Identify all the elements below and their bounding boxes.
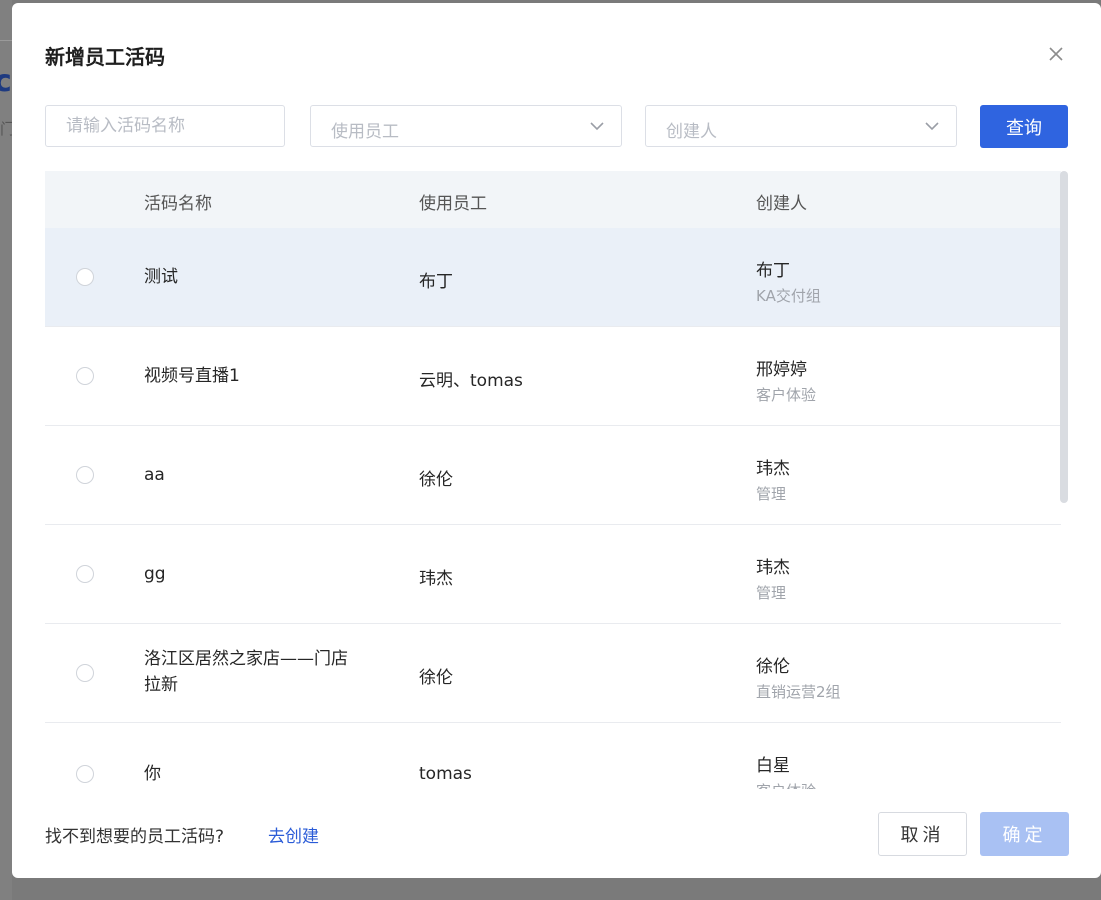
close-icon [1049, 47, 1063, 61]
chevron-down-icon [590, 122, 604, 131]
column-header-employee: 使用员工 [419, 194, 487, 214]
background-logo-fragment: c [0, 64, 12, 99]
cell-creator: 白星 [756, 756, 790, 776]
cell-creator: 玮杰 [756, 558, 790, 578]
footer-hint-text: 找不到想要的员工活码? [45, 827, 225, 847]
cell-employee: 云明、tomas [419, 371, 523, 391]
cell-creator-dept: 客户体验 [756, 386, 817, 404]
cell-code-name: 视频号直播1 [144, 366, 240, 386]
cell-creator-dept: 客户体验 [756, 780, 816, 789]
cell-employee: tomas [419, 764, 472, 784]
cell-creator-dept: KA交付组 [756, 287, 821, 305]
cell-creator: 布丁 [756, 261, 790, 281]
background-divider [0, 40, 12, 41]
cell-creator: 邢婷婷 [756, 360, 807, 380]
row-radio[interactable] [76, 664, 94, 682]
query-button[interactable]: 查询 [980, 105, 1068, 148]
table-row[interactable]: gg 玮杰 玮杰 管理 [45, 525, 1061, 624]
cell-creator-dept: 管理 [756, 485, 787, 503]
row-radio[interactable] [76, 367, 94, 385]
column-header-creator: 创建人 [756, 194, 807, 214]
cell-code-name: aa [144, 465, 165, 485]
cell-creator-dept: 管理 [756, 584, 787, 602]
confirm-button[interactable]: 确定 [980, 812, 1069, 856]
cell-code-name: 你 [144, 764, 161, 784]
cell-code-name: 测试 [144, 267, 178, 287]
table-header: 活码名称 使用员工 创建人 [45, 171, 1061, 228]
table-row[interactable]: 视频号直播1 云明、tomas 邢婷婷 客户体验 [45, 327, 1061, 426]
row-radio[interactable] [76, 466, 94, 484]
table-row[interactable]: 你 tomas 白星 客户体验 [45, 723, 1061, 789]
cell-creator-dept: 直销运营2组 [756, 683, 841, 701]
dialog-title: 新增员工活码 [45, 45, 165, 69]
cancel-button[interactable]: 取消 [878, 812, 967, 856]
employee-select-placeholder: 使用员工 [331, 122, 399, 142]
cell-employee: 徐伦 [419, 668, 453, 688]
row-radio[interactable] [76, 765, 94, 783]
column-header-name: 活码名称 [144, 194, 212, 214]
table-row[interactable]: aa 徐伦 玮杰 管理 [45, 426, 1061, 525]
cell-employee: 徐伦 [419, 470, 453, 490]
employee-select[interactable]: 使用员工 [310, 105, 622, 147]
close-button[interactable] [1045, 43, 1067, 65]
code-table: 活码名称 使用员工 创建人 测试 布丁 布丁 KA交付组 视频号直播1 云明、t… [45, 171, 1061, 789]
table-scrollbar[interactable] [1060, 171, 1068, 503]
cell-code-name: gg [144, 564, 166, 584]
background-page: c 门 [0, 0, 15, 900]
chevron-down-icon [925, 122, 939, 131]
row-radio[interactable] [76, 565, 94, 583]
cell-creator: 徐伦 [756, 657, 790, 677]
creator-select-placeholder: 创建人 [666, 122, 717, 142]
add-employee-code-dialog: 新增员工活码 使用员工 创建人 查询 活码名称 使用员工 创建人 测试 布丁 [12, 3, 1101, 878]
table-row[interactable]: 测试 布丁 布丁 KA交付组 [45, 228, 1061, 327]
creator-select[interactable]: 创建人 [645, 105, 957, 147]
cell-code-name: 洛江区居然之家店——门店拉新 [144, 649, 348, 695]
row-radio[interactable] [76, 268, 94, 286]
cell-employee: 布丁 [419, 272, 453, 292]
table-row[interactable]: 洛江区居然之家店——门店拉新 徐伦 徐伦 直销运营2组 [45, 624, 1061, 723]
cell-creator: 玮杰 [756, 459, 790, 479]
cell-employee: 玮杰 [419, 569, 453, 589]
code-name-search-input[interactable] [45, 105, 285, 147]
create-link[interactable]: 去创建 [268, 822, 319, 847]
